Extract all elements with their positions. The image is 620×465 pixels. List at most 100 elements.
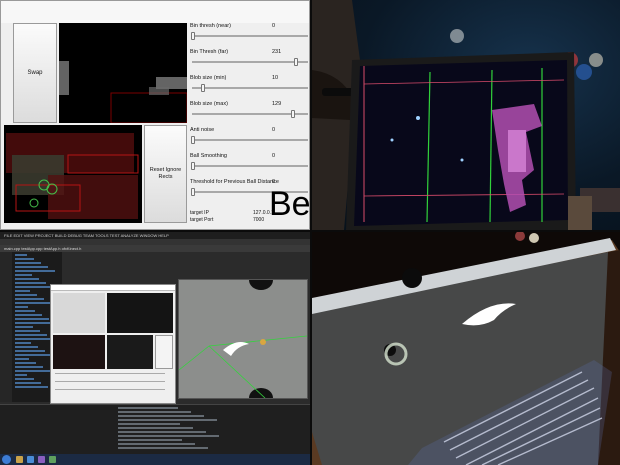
depth-camera-view-bottom bbox=[4, 125, 142, 223]
slider-thumb[interactable] bbox=[201, 84, 206, 92]
slider-thumb[interactable] bbox=[291, 110, 296, 118]
code-line bbox=[15, 318, 49, 320]
ide-file-tabs[interactable]: main.cpp testApp.cpp testApp.h ofxKinect… bbox=[0, 245, 310, 252]
code-line bbox=[15, 266, 48, 268]
folder-icon[interactable] bbox=[16, 456, 23, 463]
app-icon[interactable] bbox=[49, 456, 56, 463]
ide-output-panel bbox=[0, 404, 310, 454]
ball-marker bbox=[390, 138, 394, 142]
preview-slider bbox=[55, 373, 165, 374]
swap-button-label: Swap bbox=[27, 70, 43, 76]
slider-thumb[interactable] bbox=[191, 162, 195, 170]
swap-button[interactable]: Swap bbox=[13, 23, 57, 123]
pool-table-illustration bbox=[312, 232, 620, 465]
ide-side-panel bbox=[0, 252, 12, 402]
parameter-label: Anti noise bbox=[190, 127, 215, 133]
parameter-slider[interactable] bbox=[191, 162, 308, 170]
ball-marker bbox=[460, 158, 464, 162]
window-strip bbox=[1, 1, 309, 23]
code-line bbox=[15, 298, 44, 300]
pocket bbox=[402, 268, 422, 288]
blob-marker bbox=[29, 198, 39, 208]
red-region bbox=[48, 175, 138, 219]
calibration-app-window: Swap Reset Ignore Rects Bin thresh (near… bbox=[0, 0, 310, 230]
browser-icon[interactable] bbox=[27, 456, 34, 463]
parameter-slider[interactable] bbox=[191, 32, 308, 40]
code-line bbox=[15, 362, 36, 364]
parameter-value: 10 bbox=[272, 75, 279, 81]
code-line bbox=[15, 306, 28, 308]
parameter-slider[interactable] bbox=[192, 84, 308, 92]
ide-menu-bar[interactable]: FILE EDIT VIEW PROJECT BUILD DEBUG TEAM … bbox=[0, 232, 310, 239]
photo-pool-table-projection bbox=[312, 232, 620, 465]
slider-thumb[interactable] bbox=[293, 58, 298, 66]
code-line bbox=[15, 278, 39, 280]
code-line bbox=[15, 254, 27, 256]
table-felt bbox=[179, 280, 307, 398]
code-line bbox=[15, 366, 43, 368]
table-preview bbox=[178, 280, 308, 399]
desk bbox=[568, 196, 592, 230]
app-preview-window bbox=[50, 284, 176, 404]
monitor-screen bbox=[354, 60, 568, 226]
table-preview-window bbox=[178, 279, 308, 399]
parameter-value: 0 bbox=[272, 127, 276, 133]
parameter-label: Blob size (max) bbox=[190, 101, 228, 107]
code-line bbox=[15, 302, 51, 304]
output-line bbox=[118, 427, 193, 429]
code-line bbox=[15, 270, 55, 272]
depth-blob bbox=[149, 87, 169, 95]
code-line bbox=[15, 310, 35, 312]
output-line bbox=[118, 439, 182, 441]
code-line bbox=[15, 286, 53, 288]
output-line bbox=[118, 443, 195, 445]
pool-ball bbox=[576, 64, 592, 80]
code-line bbox=[15, 382, 41, 384]
depth-overlay-bottom bbox=[6, 133, 139, 219]
code-line bbox=[15, 326, 33, 328]
output-line bbox=[118, 435, 219, 437]
parameter-slider[interactable] bbox=[192, 58, 308, 66]
output-line bbox=[118, 415, 204, 417]
parameter-row: Blob size (max) 129 bbox=[189, 101, 309, 123]
depth-blob bbox=[508, 130, 526, 172]
slider-thumb[interactable] bbox=[191, 136, 195, 144]
monitor-scene-illustration bbox=[312, 0, 620, 230]
output-line bbox=[118, 423, 180, 425]
slider-thumb[interactable] bbox=[191, 188, 195, 196]
preview-view bbox=[107, 335, 153, 369]
parameter-label: Threshold for Previous Ball Distance bbox=[190, 179, 279, 185]
depth-camera-view-top bbox=[59, 23, 187, 123]
ide-desktop-screenshot: FILE EDIT VIEW PROJECT BUILD DEBUG TEAM … bbox=[0, 232, 310, 465]
code-line bbox=[15, 354, 52, 356]
pool-ball bbox=[529, 233, 539, 243]
code-line bbox=[15, 358, 29, 360]
output-line bbox=[118, 431, 206, 433]
output-line bbox=[118, 419, 217, 421]
code-line bbox=[15, 342, 31, 344]
code-line bbox=[15, 314, 42, 316]
parameter-slider[interactable] bbox=[191, 136, 308, 144]
target-ip-label: target IP bbox=[190, 210, 209, 216]
slider-thumb[interactable] bbox=[191, 32, 195, 40]
parameter-row: Anti noise 0 bbox=[189, 127, 309, 149]
code-line bbox=[15, 346, 38, 348]
code-line bbox=[15, 290, 30, 292]
code-line bbox=[15, 282, 46, 284]
start-icon[interactable] bbox=[2, 455, 11, 464]
preview-view bbox=[53, 335, 105, 369]
photo-monitor-scene bbox=[312, 0, 620, 230]
preview-slider bbox=[55, 381, 165, 382]
preview-view bbox=[53, 293, 105, 333]
reset-ignore-rects-button[interactable]: Reset Ignore Rects bbox=[144, 125, 187, 223]
output-line bbox=[118, 411, 191, 413]
code-line bbox=[15, 386, 48, 388]
parameter-slider[interactable] bbox=[192, 110, 308, 118]
parameter-row: Ball Smoothing 0 bbox=[189, 153, 309, 175]
depth-noise-top bbox=[59, 61, 187, 123]
ignore-rect bbox=[110, 92, 187, 123]
parameter-value: 0 bbox=[272, 153, 276, 159]
preview-slider bbox=[55, 389, 165, 390]
parameter-label: Bin Thresh (far) bbox=[190, 49, 229, 55]
ide-icon[interactable] bbox=[38, 456, 45, 463]
